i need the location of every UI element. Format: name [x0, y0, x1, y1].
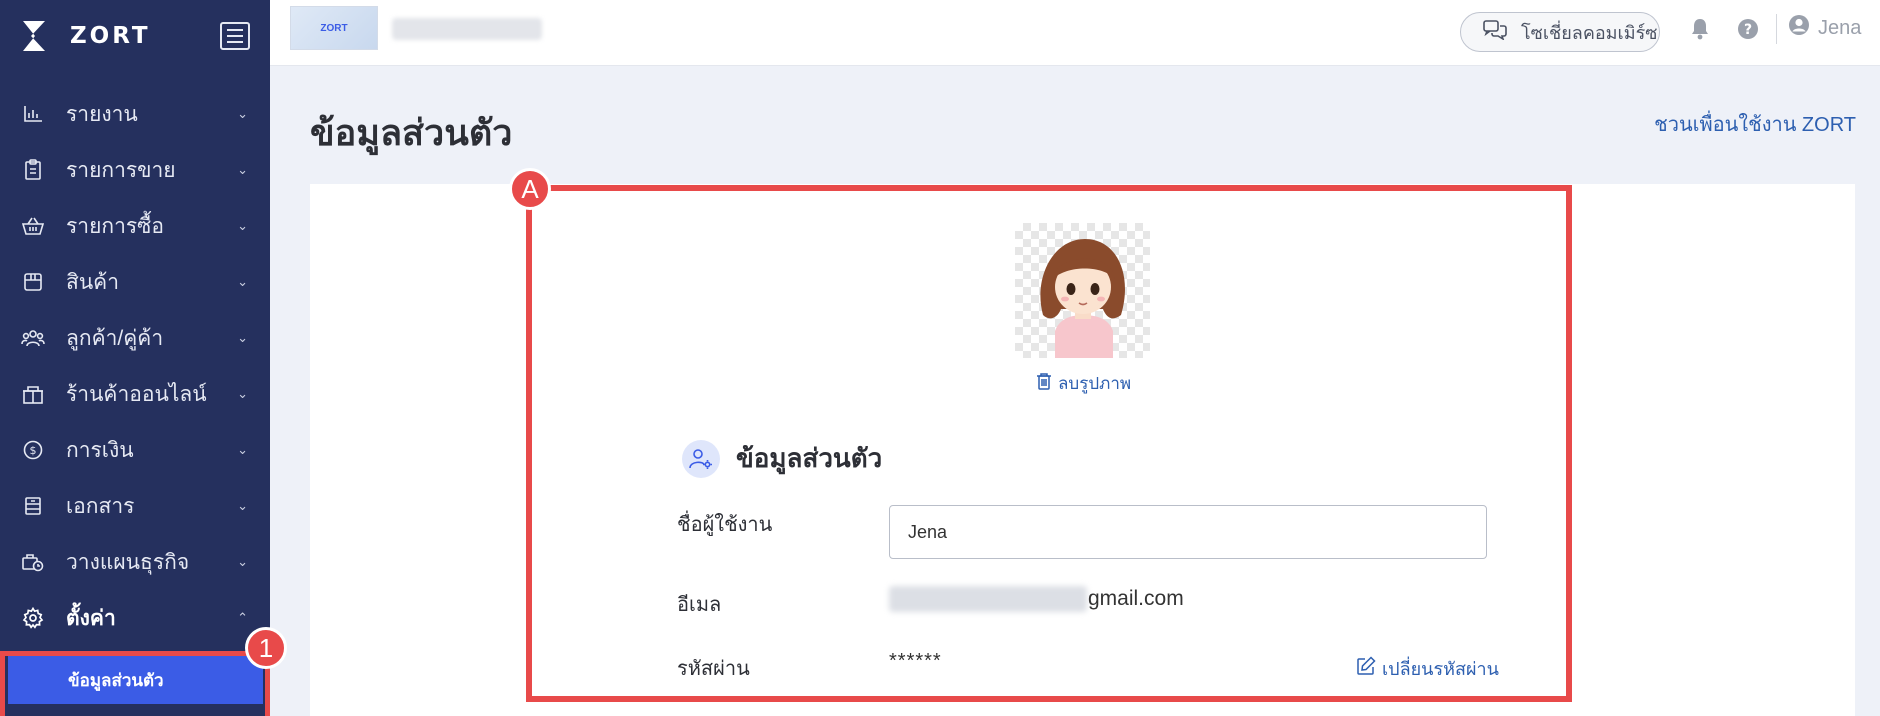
- shop-thumbnail[interactable]: ZORT: [290, 6, 378, 50]
- zort-logo-icon[interactable]: [20, 19, 48, 53]
- users-icon: [20, 325, 46, 351]
- chevron-down-icon: ⌄: [237, 386, 248, 401]
- sidebar-item-products[interactable]: สินค้า ⌄: [0, 254, 270, 310]
- sidebar-item-business-plan[interactable]: วางแผนธุรกิจ ⌄: [0, 534, 270, 590]
- help-icon[interactable]: ?: [1735, 16, 1761, 42]
- sidebar-item-label: เอกสาร: [66, 494, 135, 518]
- chevron-down-icon: ⌄: [237, 442, 248, 457]
- topbar: ZORT โซเชี่ยลคอมเมิร์ซ ? Jena: [270, 0, 1880, 66]
- sidebar-item-label: ร้านค้าออนไลน์: [66, 382, 207, 406]
- sidebar: ZORT รายงาน ⌄ รายการขาย ⌄ รายการซื้อ ⌄ ส…: [0, 0, 270, 716]
- chat-bubbles-icon: [1483, 19, 1507, 45]
- sidebar-item-label: รายการซื้อ: [66, 214, 165, 238]
- invite-friends-link[interactable]: ชวนเพื่อนใช้งาน ZORT: [1654, 108, 1856, 140]
- sidebar-item-sales[interactable]: รายการขาย ⌄: [0, 142, 270, 198]
- business-plan-icon: [20, 549, 46, 575]
- menu-toggle-icon[interactable]: [220, 22, 250, 50]
- sidebar-item-finance[interactable]: $ การเงิน ⌄: [0, 422, 270, 478]
- password-label: รหัสผ่าน: [677, 658, 750, 680]
- chart-icon: [20, 101, 46, 127]
- dollar-icon: $: [20, 437, 46, 463]
- avatar-illustration: [1040, 239, 1125, 358]
- user-name: Jena: [1818, 16, 1862, 39]
- sidebar-item-label: การเงิน: [66, 438, 134, 462]
- annotation-badge-1: 1: [245, 627, 287, 669]
- clipboard-icon: [20, 157, 46, 183]
- gear-icon: [20, 605, 46, 631]
- sidebar-item-label: รายการขาย: [66, 158, 176, 182]
- user-settings-icon: [682, 439, 720, 478]
- user-menu[interactable]: Jena: [1788, 14, 1861, 42]
- sidebar-item-label: ตั้งค่า: [66, 606, 116, 630]
- store-icon: [20, 381, 46, 407]
- sidebar-item-label: รายงาน: [66, 102, 138, 126]
- chevron-down-icon: ⌄: [237, 218, 248, 233]
- sidebar-item-customers[interactable]: ลูกค้า/คู่ค้า ⌄: [0, 310, 270, 366]
- sidebar-item-label: สินค้า: [66, 270, 120, 294]
- sidebar-nav: รายงาน ⌄ รายการขาย ⌄ รายการซื้อ ⌄ สินค้า…: [0, 86, 270, 646]
- social-commerce-label: โซเชี่ยลคอมเมิร์ซ: [1521, 22, 1658, 43]
- personal-info-section-header: ข้อมูลส่วนตัว: [682, 438, 882, 479]
- delete-photo-label: ลบรูปภาพ: [1058, 374, 1132, 393]
- box-icon: [20, 269, 46, 295]
- shop-name-redacted: [392, 18, 542, 40]
- chevron-down-icon: ⌄: [237, 554, 248, 569]
- chevron-down-icon: ⌄: [237, 162, 248, 177]
- page-title: ข้อมูลส่วนตัว: [310, 112, 513, 153]
- chevron-up-icon: ⌃: [237, 610, 248, 625]
- annotation-badge-a: A: [509, 168, 551, 210]
- sidebar-item-documents[interactable]: เอกสาร ⌄: [0, 478, 270, 534]
- username-label: ชื่อผู้ใช้งาน: [677, 514, 773, 536]
- change-password-label: เปลี่ยนรหัสผ่าน: [1382, 659, 1499, 679]
- sidebar-item-online-store[interactable]: ร้านค้าออนไลน์ ⌄: [0, 366, 270, 422]
- change-password-button[interactable]: เปลี่ยนรหัสผ่าน: [1356, 654, 1499, 683]
- chevron-down-icon: ⌄: [237, 330, 248, 345]
- document-icon: [20, 493, 46, 519]
- chevron-down-icon: ⌄: [237, 106, 248, 121]
- password-value: ******: [889, 650, 942, 672]
- brand-name: ZORT: [70, 23, 151, 49]
- basket-icon: [20, 213, 46, 239]
- email-redacted: [889, 586, 1087, 612]
- svg-text:?: ?: [1744, 22, 1752, 38]
- sidebar-subitem-personal-info[interactable]: ข้อมูลส่วนตัว: [8, 656, 263, 704]
- chevron-down-icon: ⌄: [237, 274, 248, 289]
- delete-photo-button[interactable]: ลบรูปภาพ: [1036, 370, 1131, 397]
- brand: ZORT: [0, 0, 270, 72]
- bell-icon[interactable]: [1687, 16, 1713, 42]
- user-avatar-icon: [1788, 14, 1810, 42]
- sidebar-item-label: ลูกค้า/คู่ค้า: [66, 326, 164, 350]
- social-commerce-button[interactable]: โซเชี่ยลคอมเมิร์ซ: [1460, 12, 1660, 52]
- chevron-down-icon: ⌄: [237, 498, 248, 513]
- section-title: ข้อมูลส่วนตัว: [736, 443, 883, 473]
- email-label: อีเมล: [677, 594, 722, 616]
- username-input[interactable]: [889, 505, 1487, 559]
- edit-icon: [1356, 656, 1376, 681]
- sidebar-item-settings[interactable]: ตั้งค่า ⌃: [0, 590, 270, 646]
- shop-thumbnail-text: ZORT: [320, 22, 348, 34]
- sidebar-item-report[interactable]: รายงาน ⌄: [0, 86, 270, 142]
- sidebar-item-purchase[interactable]: รายการซื้อ ⌄: [0, 198, 270, 254]
- topbar-divider: [1776, 14, 1777, 44]
- email-value: gmail.com: [1088, 587, 1184, 610]
- profile-avatar[interactable]: [1015, 223, 1150, 358]
- sidebar-item-label: วางแผนธุรกิจ: [66, 550, 190, 574]
- svg-text:$: $: [30, 444, 37, 457]
- trash-icon: [1036, 372, 1052, 395]
